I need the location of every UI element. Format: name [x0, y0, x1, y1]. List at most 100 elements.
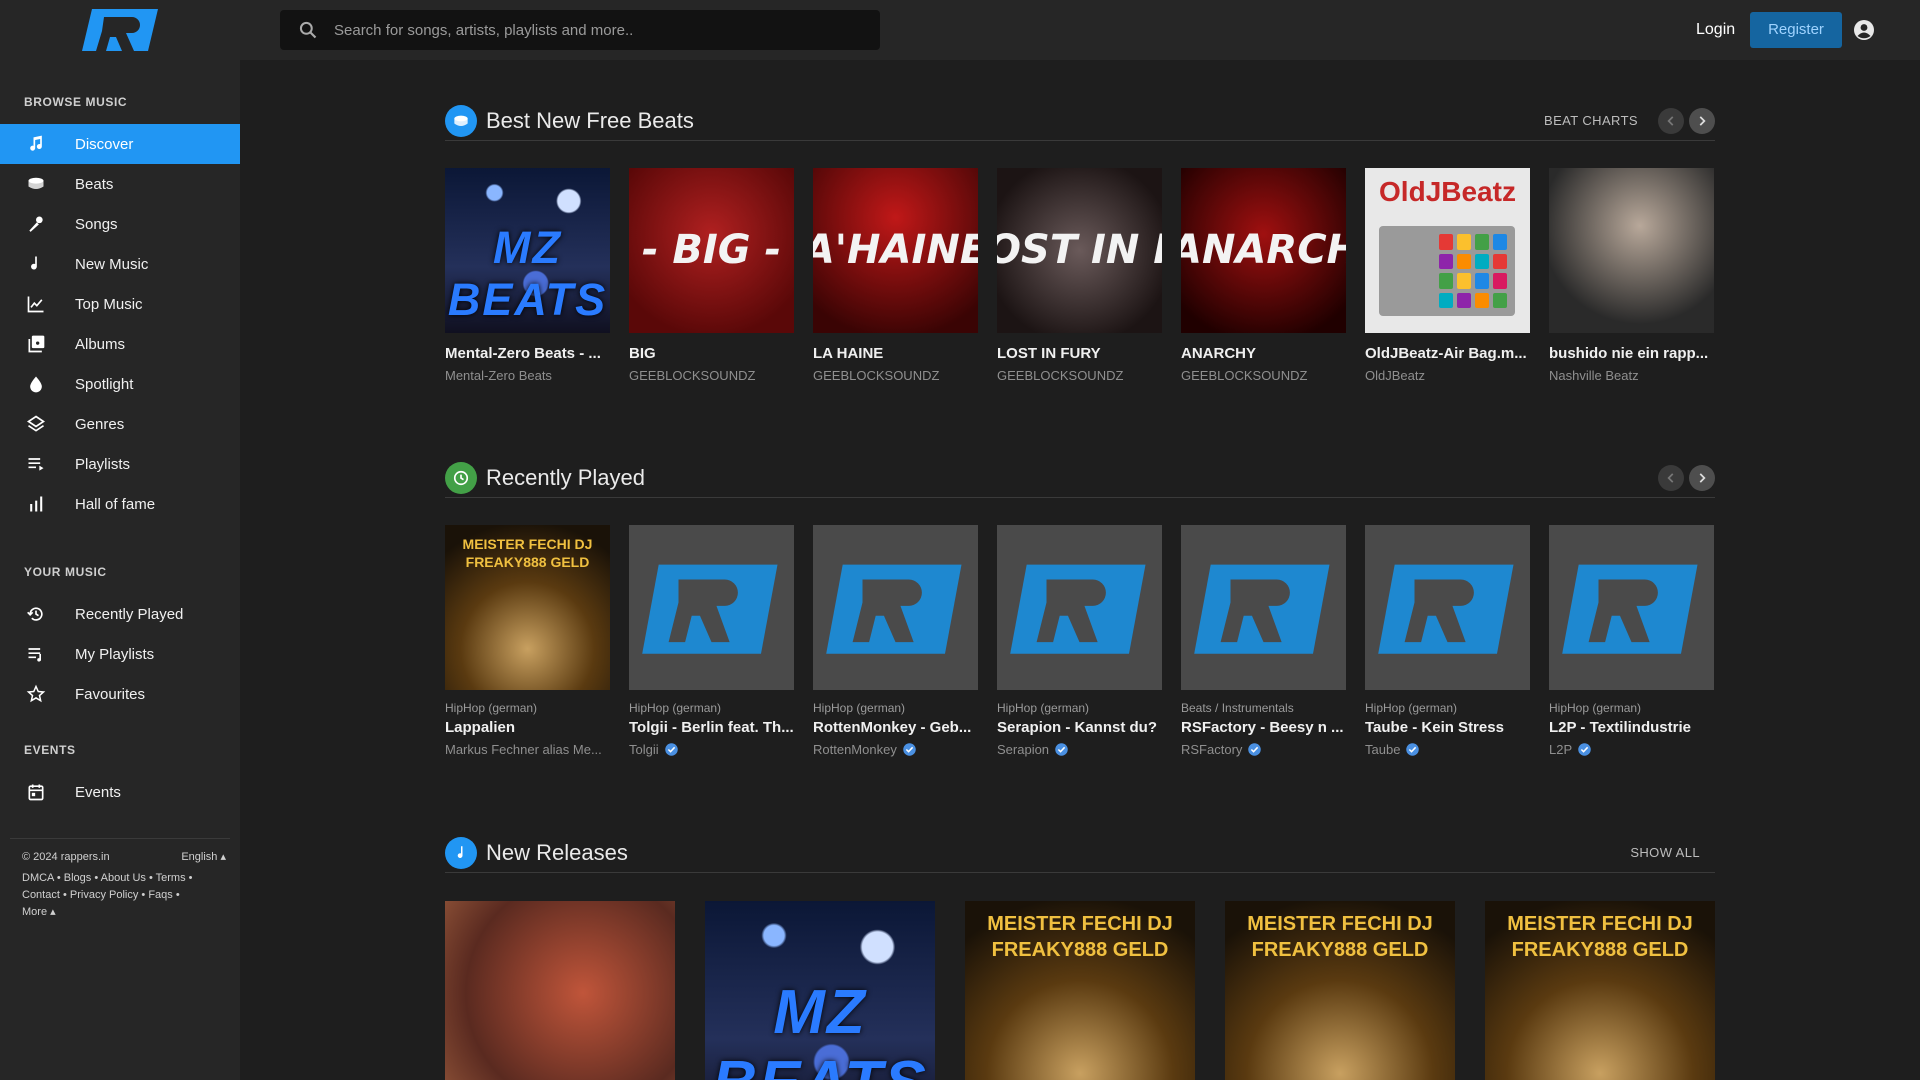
track-artist[interactable]: Serapion — [997, 742, 1162, 757]
footer-link-dmca[interactable]: DMCA — [22, 872, 54, 884]
track-title[interactable]: Taube - Kein Stress — [1365, 719, 1530, 736]
beat-card[interactable]: MZ BEATS Mental-Zero Beats - ... Mental-Z… — [445, 168, 610, 383]
account-icon[interactable] — [1852, 18, 1876, 42]
sidebar-item-hall-of-fame[interactable]: Hall of fame — [0, 484, 240, 524]
beat-artist-name[interactable]: Mental-Zero Beats — [445, 368, 552, 383]
sidebar-item-events[interactable]: Events — [0, 772, 240, 812]
beat-card[interactable]: A'HAINE LA HAINE GEEBLOCKSOUNDZ — [813, 168, 978, 383]
track-artist-name[interactable]: Tolgii — [629, 742, 659, 757]
footer-link-terms[interactable]: Terms — [156, 872, 186, 884]
track-title[interactable]: RSFactory - Beesy n ... — [1181, 719, 1346, 736]
track-title[interactable]: Lappalien — [445, 719, 610, 736]
beat-artist[interactable]: GEEBLOCKSOUNDZ — [997, 368, 1162, 383]
track-artist[interactable]: Tolgii — [629, 742, 794, 757]
track-artist-name[interactable]: L2P — [1549, 742, 1572, 757]
recent-card[interactable]: HipHop (german) Taube - Kein Stress Taub… — [1365, 525, 1530, 757]
search-input[interactable] — [334, 21, 854, 39]
sidebar-item-new-music[interactable]: New Music — [0, 244, 240, 284]
release-card[interactable] — [445, 901, 675, 1080]
footer-link-contact[interactable]: Contact — [22, 889, 60, 901]
release-card[interactable]: MEISTER FECHI DJ FREAKY888 GELD — [1485, 901, 1715, 1080]
register-button[interactable]: Register — [1750, 12, 1842, 48]
recent-next-button[interactable] — [1689, 464, 1715, 491]
footer-more-toggle[interactable]: More ▴ — [22, 906, 56, 918]
sidebar-item-label: Discover — [75, 135, 134, 153]
cover-text: MEISTER FECHI DJ FREAKY888 GELD — [1507, 913, 1693, 961]
track-artist-name[interactable]: Taube — [1365, 742, 1400, 757]
recent-card[interactable]: HipHop (german) Tolgii - Berlin feat. Th… — [629, 525, 794, 757]
sidebar-item-my-playlists[interactable]: My Playlists — [0, 634, 240, 674]
beat-title[interactable]: Mental-Zero Beats - ... — [445, 345, 610, 362]
sidebar-item-playlists[interactable]: Playlists — [0, 444, 240, 484]
beat-artist[interactable]: GEEBLOCKSOUNDZ — [629, 368, 794, 383]
footer-link-about[interactable]: About Us — [101, 872, 146, 884]
sidebar-item-albums[interactable]: Albums — [0, 324, 240, 364]
sidebar-item-spotlight[interactable]: Spotlight — [0, 364, 240, 404]
beat-artist-name[interactable]: GEEBLOCKSOUNDZ — [629, 368, 755, 383]
release-card[interactable]: MEISTER FECHI DJ FREAKY888 GELD — [965, 901, 1195, 1080]
beat-card[interactable]: - BIG - BIG GEEBLOCKSOUNDZ — [629, 168, 794, 383]
recent-card[interactable]: HipHop (german) RottenMonkey - Geb... Ro… — [813, 525, 978, 757]
track-title[interactable]: RottenMonkey - Geb... — [813, 719, 978, 736]
track-artist-name[interactable]: Serapion — [997, 742, 1049, 757]
beat-artist-name[interactable]: GEEBLOCKSOUNDZ — [997, 368, 1123, 383]
search-bar[interactable] — [280, 10, 880, 50]
beat-title[interactable]: LOST IN FURY — [997, 345, 1162, 362]
track-title[interactable]: Serapion - Kannst du? — [997, 719, 1162, 736]
beat-title[interactable]: BIG — [629, 345, 794, 362]
recent-card[interactable]: MEISTER FECHI DJ FREAKY888 GELD HipHop (g… — [445, 525, 610, 757]
beat-artist[interactable]: Mental-Zero Beats — [445, 368, 610, 383]
beat-artist-name[interactable]: GEEBLOCKSOUNDZ — [1181, 368, 1307, 383]
beat-title[interactable]: ANARCHY — [1181, 345, 1346, 362]
beat-card[interactable]: OldJBeatz OldJBeatz-Air Bag.m... OldJBea… — [1365, 168, 1530, 383]
show-all-link[interactable]: SHOW ALL — [1630, 845, 1700, 860]
footer-link-privacy[interactable]: Privacy Policy — [70, 889, 138, 901]
footer-link-blogs[interactable]: Blogs — [64, 872, 92, 884]
track-artist-name[interactable]: RSFactory — [1181, 742, 1242, 757]
drum-icon — [445, 104, 477, 137]
recent-card[interactable]: HipHop (german) L2P - Textilindustrie L2… — [1549, 525, 1714, 757]
sidebar-item-favourites[interactable]: Favourites — [0, 674, 240, 714]
beat-artist[interactable]: GEEBLOCKSOUNDZ — [813, 368, 978, 383]
beat-artist[interactable]: GEEBLOCKSOUNDZ — [1181, 368, 1346, 383]
beat-artist[interactable]: Nashville Beatz — [1549, 368, 1714, 383]
recent-card[interactable]: HipHop (german) Serapion - Kannst du? Se… — [997, 525, 1162, 757]
track-artist-name[interactable]: Markus Fechner alias Me... — [445, 742, 602, 757]
track-title[interactable]: Tolgii - Berlin feat. Th... — [629, 719, 794, 736]
language-selector[interactable]: English ▴ — [181, 849, 226, 866]
release-card[interactable]: MZ BEATS — [705, 901, 935, 1080]
track-title[interactable]: L2P - Textilindustrie — [1549, 719, 1714, 736]
beats-prev-button[interactable] — [1658, 107, 1684, 134]
beat-artist-name[interactable]: Nashville Beatz — [1549, 368, 1639, 383]
release-card[interactable]: MEISTER FECHI DJ FREAKY888 GELD — [1225, 901, 1455, 1080]
beat-card[interactable]: OST IN FUR LOST IN FURY GEEBLOCKSOUNDZ — [997, 168, 1162, 383]
track-artist[interactable]: L2P — [1549, 742, 1714, 757]
login-button[interactable]: Login — [1686, 12, 1745, 48]
beat-title[interactable]: LA HAINE — [813, 345, 978, 362]
cover-text: ANARCHY — [1181, 227, 1346, 274]
recent-prev-button[interactable] — [1658, 464, 1684, 491]
beat-card[interactable]: ANARCHY ANARCHY GEEBLOCKSOUNDZ — [1181, 168, 1346, 383]
beat-title[interactable]: bushido nie ein rapp... — [1549, 345, 1714, 362]
track-artist[interactable]: RSFactory — [1181, 742, 1346, 757]
site-logo[interactable] — [0, 0, 240, 60]
track-artist[interactable]: RottenMonkey — [813, 742, 978, 757]
beat-card[interactable]: bushido nie ein rapp... Nashville Beatz — [1549, 168, 1714, 383]
beat-artist-name[interactable]: GEEBLOCKSOUNDZ — [813, 368, 939, 383]
footer-link-faqs[interactable]: Faqs — [148, 889, 172, 901]
sidebar-item-genres[interactable]: Genres — [0, 404, 240, 444]
track-artist[interactable]: Taube — [1365, 742, 1530, 757]
sidebar-item-top-music[interactable]: Top Music — [0, 284, 240, 324]
sidebar-item-songs[interactable]: Songs — [0, 204, 240, 244]
sidebar-item-discover[interactable]: Discover — [0, 124, 240, 164]
sidebar-item-recently-played[interactable]: Recently Played — [0, 594, 240, 634]
beats-next-button[interactable] — [1689, 107, 1715, 134]
sidebar-item-beats[interactable]: Beats — [0, 164, 240, 204]
beat-title[interactable]: OldJBeatz-Air Bag.m... — [1365, 345, 1530, 362]
track-artist-name[interactable]: RottenMonkey — [813, 742, 897, 757]
track-artist[interactable]: Markus Fechner alias Me... — [445, 742, 610, 757]
beat-artist[interactable]: OldJBeatz — [1365, 368, 1530, 383]
recent-card[interactable]: Beats / Instrumentals RSFactory - Beesy … — [1181, 525, 1346, 757]
beat-artist-name[interactable]: OldJBeatz — [1365, 368, 1425, 383]
beat-charts-link[interactable]: BEAT CHARTS — [1544, 113, 1638, 128]
